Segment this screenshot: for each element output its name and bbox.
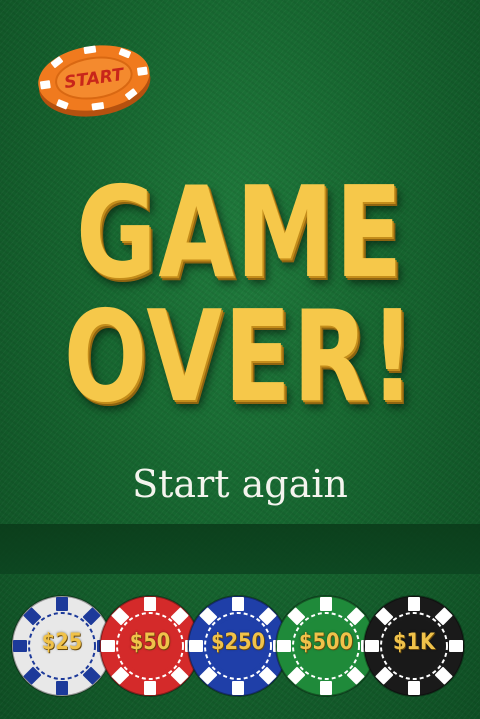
chip-value-label: $250 [211, 630, 265, 655]
chip-value-label: $50 [129, 630, 171, 655]
divider-band [0, 524, 480, 574]
start-again-button[interactable]: Start again [0, 462, 480, 506]
game-over-title-line1: GAME [76, 159, 404, 306]
start-chip-button[interactable]: START [29, 30, 159, 128]
chip-tray: $25 $50 $250 $500 $1K [0, 586, 480, 719]
start-chip-icon: START [38, 45, 151, 117]
chip-5-button[interactable]: $1K [362, 594, 466, 698]
chip-value-label: $1K [393, 630, 435, 655]
chip-value-label: $25 [41, 630, 83, 655]
game-over-title-line2: OVER! [63, 283, 417, 430]
chip-value-label: $500 [299, 630, 353, 655]
